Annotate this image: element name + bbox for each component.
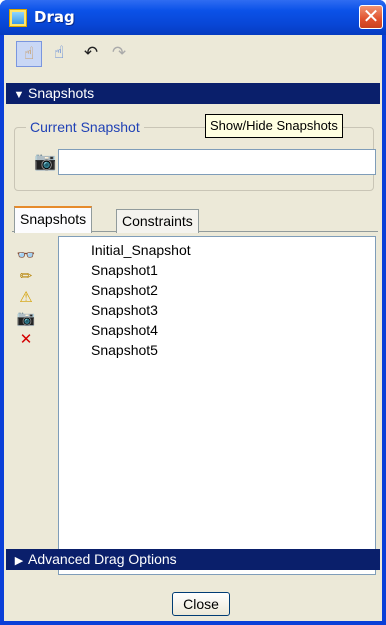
toolbar: ☝ ☝ ↶ ↷ — [4, 35, 382, 71]
close-button[interactable]: Close — [172, 592, 230, 616]
snapshot-tools: 👓 ✏ ⚠ 📷 ✕ — [14, 245, 38, 350]
close-icon: ✕ — [362, 4, 380, 28]
redo-button[interactable]: ↷ — [106, 41, 132, 67]
delete-icon[interactable]: ✕ — [14, 329, 38, 350]
hand-drag-icon: ☝ — [23, 44, 35, 64]
snapshots-section-header[interactable]: ▼ Snapshots — [6, 83, 380, 104]
list-item[interactable]: Initial_Snapshot — [91, 240, 191, 260]
snapshots-section-label: Snapshots — [28, 85, 95, 101]
redo-icon: ↷ — [111, 43, 127, 63]
tab-constraints[interactable]: Constraints — [116, 209, 199, 233]
expand-arrow-icon: ▶ — [14, 555, 24, 567]
tooltip: Show/Hide Snapshots — [205, 114, 343, 138]
advanced-options-label: Advanced Drag Options — [28, 551, 177, 567]
hand-snapshot-icon: ☝ — [53, 43, 65, 63]
snapshot-drag-button[interactable]: ☝ — [46, 41, 72, 67]
list-item[interactable]: Snapshot1 — [91, 260, 158, 280]
list-item[interactable]: Snapshot4 — [91, 320, 158, 340]
camera-icon[interactable]: 📷 — [34, 151, 56, 172]
drag-tool-button[interactable]: ☝ — [16, 41, 42, 67]
current-snapshot-input[interactable] — [58, 149, 376, 175]
current-snapshot-legend: Current Snapshot — [26, 119, 144, 135]
undo-icon: ↶ — [83, 43, 99, 63]
snapshot-list[interactable]: Initial_Snapshot Snapshot1 Snapshot2 Sna… — [58, 236, 376, 575]
collapse-arrow-icon: ▼ — [13, 89, 25, 101]
undo-button[interactable]: ↶ — [78, 41, 104, 67]
title-bar[interactable]: Drag ✕ — [0, 0, 386, 35]
window-title: Drag — [34, 8, 75, 26]
list-item[interactable]: Snapshot5 — [91, 340, 158, 360]
pencil-icon[interactable]: ✏ — [14, 266, 38, 287]
dialog-client: ☝ ☝ ↶ ↷ ▼ Snapshots Current Snapshot 📷 Sh… — [4, 35, 382, 621]
advanced-options-header[interactable]: ▶ Advanced Drag Options — [6, 549, 380, 570]
list-item[interactable]: Snapshot3 — [91, 300, 158, 320]
glasses-icon[interactable]: 👓 — [14, 245, 38, 266]
add-warning-icon[interactable]: ⚠ — [14, 287, 38, 308]
drag-dialog: Drag ✕ ☝ ☝ ↶ ↷ ▼ Snapshots Current Snapsh… — [0, 0, 386, 625]
app-icon — [9, 9, 27, 27]
list-item[interactable]: Snapshot2 — [91, 280, 158, 300]
tab-snapshots[interactable]: Snapshots — [14, 206, 93, 233]
camera-save-icon[interactable]: 📷 — [14, 308, 38, 329]
close-window-button[interactable]: ✕ — [359, 5, 383, 29]
